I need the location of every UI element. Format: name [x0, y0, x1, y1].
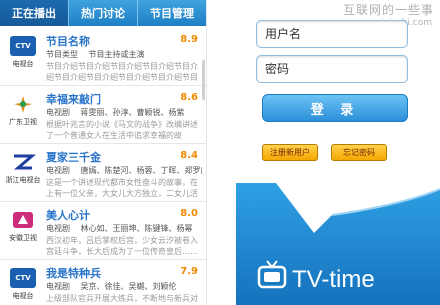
program-name[interactable]: 我是特种兵 — [46, 265, 101, 281]
program-meta: 电视剧 林心如、王丽坤、陈键锋、杨幂 — [46, 223, 202, 234]
list-item[interactable]: 安徽卫视 美人心计 8.0 电视剧 林心如、王丽坤、陈键锋、杨幂 西汉初年，吕后… — [0, 202, 206, 260]
program-rating: 8.4 — [180, 150, 198, 161]
program-type: 电视剧 — [46, 108, 70, 117]
program-description: 西汉初年，吕后掌权后宫，少女云汐被卷入宫廷斗争，长大后成为了一位传奇皇后…… — [46, 236, 198, 256]
program-description: 上级部队官兵开展大练兵，不断地与新兵对抗，一位名叫小庄的大学生入伍来到了部队…… — [46, 294, 198, 303]
program-cast: 节目主持或主演 — [88, 50, 145, 59]
watermark-title: 互联网的一些事 — [342, 3, 434, 17]
guangdong-tv-logo-icon — [14, 96, 32, 113]
register-button[interactable]: 注册新用户 — [262, 144, 318, 161]
program-cast: 蒋雯丽、孙淳、曹颖锐、杨紫 — [80, 108, 185, 117]
forgot-password-button[interactable]: 忘记密码 — [331, 144, 387, 161]
program-description: 这是一个讲述现代都市女性奋斗的故事，在上有一位父亲，大女儿大方独立，二女儿活泼开… — [46, 178, 198, 198]
program-list: CTV 电视台 节目名称 8.9 节目类型 节目主持或主演 节目介绍节目介绍节目… — [0, 28, 206, 305]
channel-name: 电视台 — [12, 292, 34, 300]
tab-program-management[interactable]: 节目管理 — [138, 0, 206, 26]
anhui-tv-logo-icon — [13, 212, 33, 228]
program-type: 节目类型 — [46, 50, 78, 59]
tab-bar: 正在播出 热门讨论 节目管理 — [0, 0, 206, 26]
program-type: 电视剧 — [46, 282, 70, 291]
list-item[interactable]: 广东卫视 幸福来敲门 8.6 电视剧 蒋雯丽、孙淳、曹颖锐、杨紫 根据叶兆言的小… — [0, 86, 206, 144]
program-cast: 唐嫣、陈楚河、杨蓉、丁晖、郑罗庚 — [80, 166, 202, 175]
list-item[interactable]: CTV 电视台 我是特种兵 7.9 电视剧 吴京、徐佳、吴樾、刘颖伦 上级部队官… — [0, 260, 206, 305]
channel-logo: 浙江电视台 — [5, 152, 41, 192]
program-rating: 7.9 — [180, 266, 198, 277]
tv-logo-icon: CTV — [10, 36, 36, 56]
program-type: 电视剧 — [46, 166, 70, 175]
password-input[interactable] — [256, 55, 408, 83]
program-name[interactable]: 幸福来敲门 — [46, 91, 101, 107]
username-input[interactable] — [256, 20, 408, 48]
tab-hot-discussion[interactable]: 热门讨论 — [69, 0, 138, 26]
zhejiang-tv-logo-icon — [13, 154, 36, 170]
program-cast: 吴京、徐佳、吴樾、刘颖伦 — [80, 282, 177, 291]
login-button[interactable]: 登 录 — [262, 94, 408, 122]
program-rating: 8.9 — [180, 34, 198, 45]
channel-logo: 安徽卫视 — [5, 210, 41, 250]
program-meta: 电视剧 蒋雯丽、孙淳、曹颖锐、杨紫 — [46, 107, 202, 118]
channel-logo: 广东卫视 — [5, 94, 41, 134]
channel-name: 广东卫视 — [9, 118, 37, 126]
tv-logo-icon: CTV — [10, 268, 36, 288]
program-rating: 8.0 — [180, 208, 198, 219]
program-list-screen: 正在播出 热门讨论 节目管理 CTV 电视台 节目名称 8.9 节目类型 节目主… — [0, 0, 207, 305]
program-rating: 8.6 — [180, 92, 198, 103]
program-name[interactable]: 美人心计 — [46, 207, 90, 223]
program-description: 根据叶兆言的小说《马文的战争》改编讲述了一个普通女人在生活中追求幸福的故事……故… — [46, 120, 198, 140]
program-cast: 林心如、王丽坤、陈键锋、杨幂 — [80, 224, 193, 233]
program-meta: 电视剧 唐嫣、陈楚河、杨蓉、丁晖、郑罗庚 — [46, 165, 202, 176]
tv-icon — [257, 260, 287, 289]
program-name[interactable]: 节目名称 — [46, 33, 90, 49]
channel-name: 电视台 — [12, 60, 34, 68]
list-item[interactable]: 浙江电视台 夏家三千金 8.4 电视剧 唐嫣、陈楚河、杨蓉、丁晖、郑罗庚 这是一… — [0, 144, 206, 202]
program-name[interactable]: 夏家三千金 — [46, 149, 101, 165]
program-description: 节目介绍节目介绍节目介绍节目介绍节目介绍节目介绍节目介绍节目介绍节目介绍节目介绍… — [46, 62, 198, 82]
channel-name: 安徽卫视 — [9, 234, 37, 242]
login-screen: 互联网的一些事 www.yixieshi.com 登 录 注册新用户 忘记密码 … — [236, 0, 440, 305]
tab-now-playing[interactable]: 正在播出 — [0, 0, 69, 26]
brand-name: TV-time — [292, 266, 375, 293]
program-meta: 电视剧 吴京、徐佳、吴樾、刘颖伦 — [46, 281, 202, 292]
channel-name: 浙江电视台 — [5, 176, 41, 184]
channel-logo: CTV 电视台 — [5, 268, 41, 305]
program-meta: 节目类型 节目主持或主演 — [46, 49, 202, 60]
list-item[interactable]: CTV 电视台 节目名称 8.9 节目类型 节目主持或主演 节目介绍节目介绍节目… — [0, 28, 206, 86]
channel-logo: CTV 电视台 — [5, 36, 41, 76]
program-type: 电视剧 — [46, 224, 70, 233]
list-scrollbar[interactable] — [202, 60, 205, 100]
